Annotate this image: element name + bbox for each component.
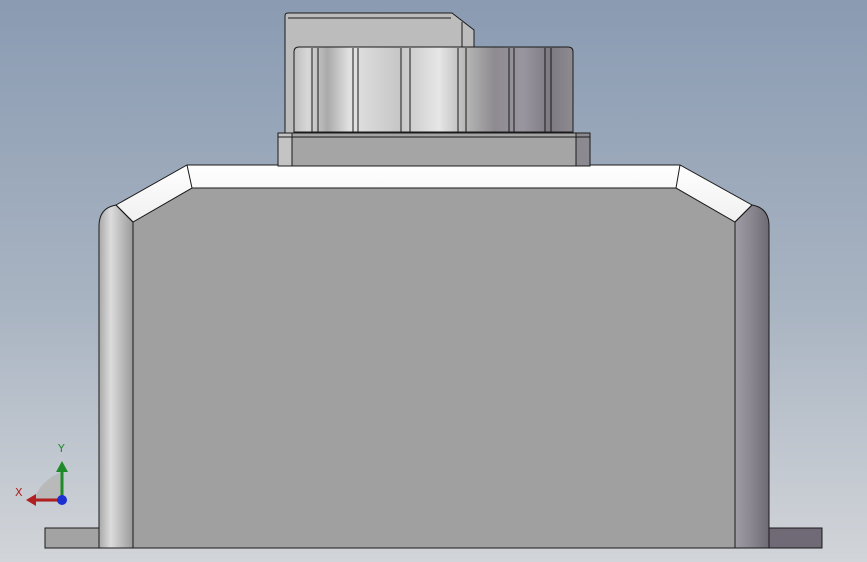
body-right-edge [734, 204, 770, 549]
y-axis-arrow-icon [56, 461, 68, 472]
triad-plane-icon [33, 472, 62, 502]
model-view[interactable] [0, 0, 867, 562]
base-flange-left [44, 527, 102, 549]
axis-x-label: X [15, 486, 23, 499]
z-axis-dot-icon [57, 495, 67, 505]
axis-y-label: Y [58, 442, 65, 455]
knurled-cap [293, 46, 574, 133]
body-front-face [132, 187, 736, 549]
graphics-viewport[interactable]: Y X [0, 0, 867, 562]
base-flange-right [767, 527, 823, 549]
x-axis-arrow-icon [26, 494, 36, 506]
orientation-triad [26, 461, 68, 506]
body-left-edge [98, 204, 134, 549]
neck-rim [277, 132, 591, 167]
